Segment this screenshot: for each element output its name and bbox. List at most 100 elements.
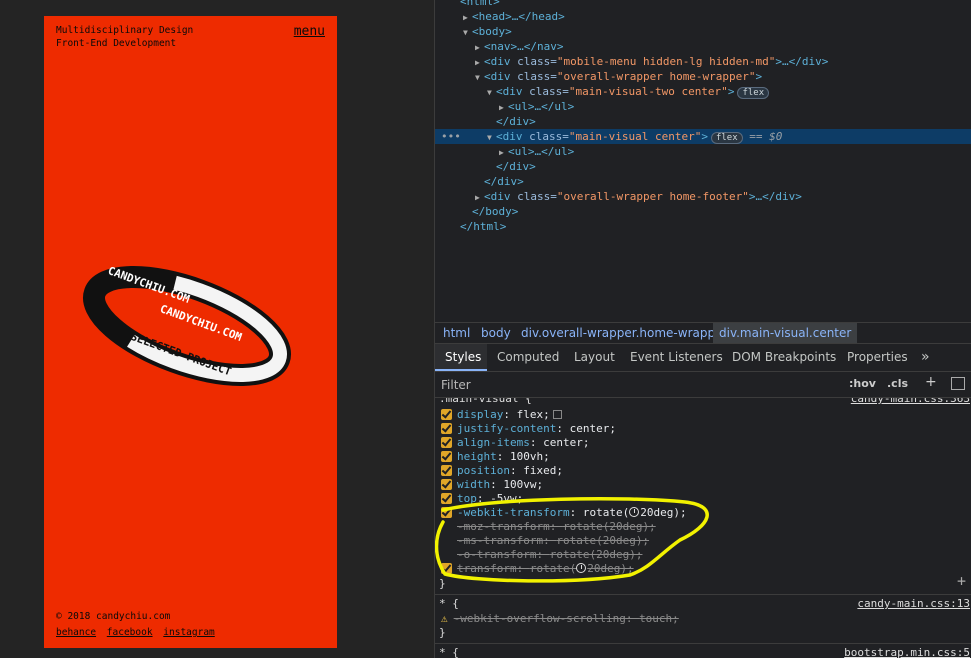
new-rule-icon[interactable]: +	[925, 374, 937, 390]
tag-name: </div	[496, 115, 530, 128]
collapse-arrow-icon[interactable]: ▼	[487, 130, 496, 145]
property-value: rotate(	[582, 506, 630, 519]
breadcrumb-body[interactable]: body	[475, 323, 517, 343]
expand-arrow-icon[interactable]: ▶	[463, 10, 472, 25]
declaration-row[interactable]: top: -5vw;	[441, 492, 523, 506]
property-name: -webkit-transform	[457, 506, 570, 519]
node-options-icon[interactable]: •••	[441, 129, 461, 144]
expand-arrow-icon[interactable]: ▶	[475, 55, 484, 70]
add-declaration-icon[interactable]: +	[957, 572, 966, 590]
selected-node-reference: == $0	[742, 130, 783, 143]
rule-selector-universal: * {	[439, 646, 459, 658]
property-name: -ms-transform	[457, 534, 544, 547]
collapsed-content: …</div>	[755, 190, 802, 203]
declaration-checkbox[interactable]	[441, 451, 452, 462]
rule-close: }	[439, 577, 446, 590]
instagram-link[interactable]: instagram	[163, 627, 214, 638]
property-value: center;	[569, 422, 616, 435]
attribute-name: class=	[522, 130, 569, 143]
collapse-arrow-icon[interactable]: ▼	[463, 25, 472, 40]
tag-close: >	[493, 0, 500, 8]
declaration-checkbox[interactable]	[441, 563, 452, 574]
collapse-arrow-icon[interactable]: ▼	[475, 70, 484, 85]
attribute-value: "main-visual-two center"	[568, 85, 728, 98]
declaration-row[interactable]: height: 100vh;	[441, 450, 550, 464]
expand-arrow-icon[interactable]: ▶	[499, 100, 508, 115]
menu-link[interactable]: menu	[294, 24, 325, 39]
tab-properties[interactable]: Properties	[847, 344, 908, 371]
tag-close: >	[727, 85, 735, 98]
rule-source-link[interactable]: candy-main.css:13	[857, 597, 970, 611]
collapsed-content: …</ul>	[534, 145, 575, 158]
property-name: align-items	[457, 436, 530, 449]
expand-arrow-icon[interactable]: ▶	[499, 145, 508, 160]
toggle-sidebar-icon[interactable]	[951, 377, 965, 390]
collapsed-content: …</div>	[782, 55, 829, 68]
collapsed-content: …</nav>	[517, 40, 564, 53]
devtools-panel: <html> ▶ <head>…</head> ▼ <body> ▶ <nav>…</nav…	[434, 0, 971, 658]
declaration-checkbox[interactable]	[441, 493, 452, 504]
declaration-row[interactable]: -webkit-transform: rotate(20deg);	[441, 506, 687, 520]
declaration-row[interactable]: -ms-transform: rotate(20deg);	[441, 534, 649, 548]
rule-source-link[interactable]: candy-main.css:363	[851, 398, 970, 406]
property-name: position	[457, 464, 510, 477]
tag-name: <ul	[508, 145, 528, 158]
declaration-checkbox[interactable]	[441, 423, 452, 434]
tab-layout[interactable]: Layout	[574, 344, 615, 371]
breadcrumb-home-wrapper[interactable]: div.overall-wrapper.home-wrapper	[515, 323, 733, 343]
flexbox-editor-icon[interactable]	[552, 410, 562, 419]
declaration-row[interactable]: width: 100vw;	[441, 478, 543, 492]
dom-node-selected[interactable]: ▼ <div class="main-visual center"> flex ==…	[435, 129, 971, 144]
angle-value: 20deg);	[587, 562, 634, 575]
breadcrumb-html[interactable]: html	[437, 323, 476, 343]
declaration-row[interactable]: -moz-transform: rotate(20deg);	[441, 520, 656, 534]
declaration-checkbox[interactable]	[441, 507, 452, 518]
tag-close: >	[505, 10, 512, 23]
declaration-row[interactable]: -o-transform: rotate(20deg);	[441, 548, 642, 562]
property-value: -5vw;	[490, 492, 524, 505]
declaration-row[interactable]: transform: rotate(20deg);	[441, 562, 634, 576]
tab-styles[interactable]: Styles	[435, 344, 487, 371]
declaration-checkbox[interactable]	[441, 409, 452, 420]
site-preview: Multidisciplinary Design Front-End Devel…	[0, 0, 434, 658]
tag-name: <div	[484, 190, 511, 203]
angle-clock-icon[interactable]	[629, 507, 640, 517]
behance-link[interactable]: behance	[56, 627, 96, 638]
property-name: transform	[457, 562, 517, 575]
declaration-row[interactable]: align-items: center;	[441, 436, 589, 450]
tag-close: >	[748, 190, 756, 203]
hover-state-toggle[interactable]: :hov	[849, 377, 876, 390]
property-name: -webkit-overflow-scrolling	[453, 612, 626, 625]
tag-close: >	[755, 70, 763, 83]
expand-arrow-icon[interactable]: ▶	[475, 40, 484, 55]
facebook-link[interactable]: facebook	[107, 627, 153, 638]
declaration-row[interactable]: position: fixed;	[441, 464, 563, 478]
property-value: 100vh;	[510, 450, 550, 463]
flex-badge[interactable]: flex	[737, 87, 770, 99]
tab-computed[interactable]: Computed	[497, 344, 559, 371]
rule-source-link[interactable]: bootstrap.min.css:5	[844, 646, 970, 658]
collapse-arrow-icon[interactable]: ▼	[487, 85, 496, 100]
attribute-name: class=	[510, 190, 557, 203]
breadcrumb-main-visual[interactable]: div.main-visual.center	[713, 323, 858, 343]
tag-close: >	[527, 145, 535, 158]
declaration-checkbox[interactable]	[441, 465, 452, 476]
declaration-row[interactable]: justify-content: center;	[441, 422, 616, 436]
declaration-checkbox[interactable]	[441, 479, 452, 490]
flex-badge[interactable]: flex	[710, 132, 743, 144]
rule-close: }	[439, 626, 446, 639]
expand-arrow-icon[interactable]: ▶	[475, 190, 484, 205]
declaration-row[interactable]: ⚠ -webkit-overflow-scrolling: touch;	[441, 612, 679, 626]
class-toggle[interactable]: .cls	[887, 377, 908, 390]
more-tabs-icon[interactable]: »	[921, 344, 930, 371]
filter-input[interactable]	[441, 376, 841, 394]
tab-event-listeners[interactable]: Event Listeners	[630, 344, 723, 371]
tag-name: <body	[472, 25, 506, 38]
rotating-ring-graphic: CANDYCHIU.COM SELECTED-PROJECT CANDYCHIU…	[82, 266, 292, 386]
property-name: top	[457, 492, 477, 505]
angle-clock-icon[interactable]	[576, 563, 587, 573]
tag-name: </html	[460, 220, 500, 233]
declaration-row[interactable]: display: flex;	[441, 408, 562, 422]
declaration-checkbox[interactable]	[441, 437, 452, 448]
tab-dom-breakpoints[interactable]: DOM Breakpoints	[732, 344, 836, 371]
